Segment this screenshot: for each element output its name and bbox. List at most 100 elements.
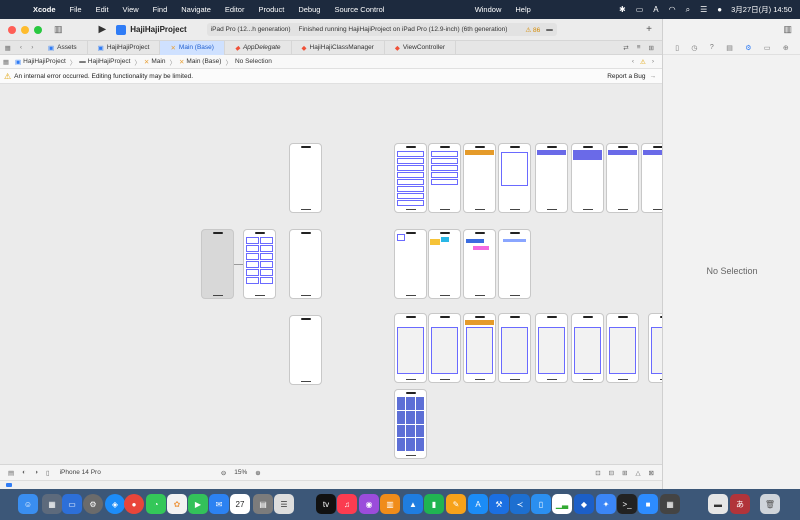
scene-table-8[interactable] <box>648 313 662 383</box>
sidebar-toggle-icon[interactable]: ▥ <box>54 24 63 35</box>
breadcrumb-main[interactable]: ✕ Main 〉 <box>141 57 176 67</box>
xcode-icon[interactable]: ⚒ <box>489 494 509 514</box>
chrome-icon[interactable]: ● <box>124 494 144 514</box>
warning-icon[interactable]: ⚠ 86 <box>525 26 540 34</box>
zoom-level[interactable]: 15% <box>234 469 247 476</box>
preview-doc-icon[interactable]: ▬ <box>708 494 728 514</box>
preview-icon[interactable]: ✦ <box>596 494 616 514</box>
mission-control-icon[interactable]: ▭ <box>62 494 82 514</box>
align-icon[interactable]: ⊟ <box>609 469 614 477</box>
inspector-toggle-icon[interactable]: ▥ <box>783 24 792 35</box>
siri-icon[interactable]: ● <box>712 5 727 14</box>
run-destination[interactable]: iPad Pro (12...h generation) <box>211 26 299 33</box>
books-icon[interactable]: ▥ <box>380 494 400 514</box>
identity-inspector-icon[interactable]: ▤ <box>726 44 733 52</box>
quick-help-icon[interactable]: ? <box>710 44 714 51</box>
scene-table-6[interactable] <box>571 313 604 383</box>
size-inspector-icon[interactable]: ▭ <box>764 44 771 52</box>
app-store-icon[interactable]: A <box>468 494 488 514</box>
scene-table-7[interactable] <box>606 313 639 383</box>
storyboard-canvas[interactable] <box>0 84 662 464</box>
photos-icon[interactable]: ✿ <box>167 494 187 514</box>
history-inspector-icon[interactable]: ◷ <box>691 44 697 52</box>
back-icon[interactable]: ‹ <box>20 44 22 52</box>
menu-debug[interactable]: Debug <box>291 5 327 14</box>
facetime-icon[interactable]: ▶ <box>188 494 208 514</box>
tab-classmanager[interactable]: ◆ HajiHajiClassManager <box>292 40 385 55</box>
tab-assets[interactable]: ▣ Assets <box>38 40 88 55</box>
arrow-right-icon[interactable]: → <box>650 73 663 80</box>
calculator-icon[interactable]: ▦ <box>660 494 680 514</box>
notes-icon[interactable]: ▤ <box>253 494 273 514</box>
tab-main-base[interactable]: ✕ Main (Base) <box>160 40 225 55</box>
terminal-icon[interactable]: >_ <box>617 494 637 514</box>
calendar-icon[interactable]: 27 <box>230 494 250 514</box>
scene-list-2[interactable] <box>428 143 461 213</box>
tab-appdelegate[interactable]: ◆ AppDelegate <box>225 40 292 55</box>
trash-icon[interactable]: 🗑 <box>760 494 780 514</box>
breadcrumb-main-base[interactable]: ✕ Main (Base) 〉 <box>176 57 232 67</box>
system-settings-icon[interactable]: ⚙ <box>83 494 103 514</box>
scene-form-2[interactable] <box>498 143 531 213</box>
scene-detail-3[interactable] <box>463 229 496 299</box>
control-center-icon[interactable]: ☰ <box>695 5 712 14</box>
finder-icon[interactable]: ☺ <box>18 494 38 514</box>
music-icon[interactable]: ♫ <box>337 494 357 514</box>
menu-source-control[interactable]: Source Control <box>327 5 391 14</box>
previous-issue-icon[interactable]: ‹ <box>632 58 634 66</box>
orientation-icon[interactable]: ▯ <box>46 469 50 477</box>
zoom-app-icon[interactable]: ■ <box>638 494 658 514</box>
simulator-icon[interactable]: ▯ <box>531 494 551 514</box>
messages-icon[interactable]: ◔ <box>146 494 166 514</box>
add-editor-icon[interactable]: ⊞ <box>649 44 654 52</box>
embed-in-icon[interactable]: ⊠ <box>649 469 654 477</box>
reminders-icon[interactable]: ☰ <box>274 494 294 514</box>
menu-editor[interactable]: Editor <box>218 5 252 14</box>
bluetooth-icon[interactable]: ✱ <box>614 5 631 14</box>
activity-monitor-icon[interactable]: ▁▃ <box>552 494 572 514</box>
update-frames-icon[interactable]: ⊡ <box>595 469 600 477</box>
keynote-icon[interactable]: ▲ <box>403 494 423 514</box>
dictionary-icon[interactable]: あ <box>730 494 750 514</box>
next-issue-icon[interactable]: › <box>652 58 654 66</box>
warning-icon[interactable]: ⚠ <box>640 58 646 66</box>
scene-list-1[interactable] <box>394 143 427 213</box>
scene-table-1[interactable] <box>394 313 427 383</box>
scene-navigation-controller[interactable] <box>201 229 234 299</box>
editor-options-icon[interactable]: ≡ <box>637 44 641 52</box>
safari-icon[interactable]: ◈ <box>105 494 125 514</box>
close-window-button[interactable] <box>8 25 16 34</box>
device-selector[interactable]: iPhone 14 Pro <box>60 469 101 476</box>
zoom-in-icon[interactable]: ⊕ <box>255 469 260 477</box>
issues-icon[interactable]: ▬ <box>546 26 553 33</box>
zoom-window-button[interactable] <box>34 25 42 34</box>
menu-product[interactable]: Product <box>251 5 291 14</box>
podcasts-icon[interactable]: ◉ <box>359 494 379 514</box>
numbers-icon[interactable]: ▮ <box>424 494 444 514</box>
scene-table-2[interactable] <box>428 313 461 383</box>
tab-project[interactable]: ▣ HajiHajiProject <box>88 40 161 55</box>
breadcrumb-no-selection[interactable]: No Selection <box>232 58 272 65</box>
menu-window[interactable]: Window <box>468 5 509 14</box>
wifi-icon[interactable]: ◠ <box>664 5 681 14</box>
battery-icon[interactable]: ▭ <box>631 5 649 14</box>
debug-area-toggle[interactable] <box>6 483 12 487</box>
scene-detail-4[interactable] <box>498 229 531 299</box>
menu-help[interactable]: Help <box>508 5 537 14</box>
scene-form-4[interactable] <box>571 143 604 213</box>
mail-icon[interactable]: ✉ <box>209 494 229 514</box>
vscode-icon[interactable]: ≺ <box>510 494 530 514</box>
menu-file[interactable]: File <box>63 5 89 14</box>
scene-form-1[interactable] <box>463 143 496 213</box>
resolve-issues-icon[interactable]: △ <box>636 469 641 477</box>
menu-find[interactable]: Find <box>146 5 175 14</box>
grid-icon[interactable]: ▦ <box>5 44 11 52</box>
scene-form-5[interactable] <box>606 143 639 213</box>
scene-placeholder-2[interactable] <box>289 229 322 299</box>
connections-inspector-icon[interactable]: ⊕ <box>783 44 789 52</box>
related-items-icon[interactable]: ⇄ <box>623 44 628 52</box>
zoom-out-icon[interactable]: ⊖ <box>221 469 226 477</box>
scene-table-4[interactable] <box>498 313 531 383</box>
forward-icon[interactable]: › <box>31 44 33 52</box>
scene-detail-2[interactable] <box>428 229 461 299</box>
